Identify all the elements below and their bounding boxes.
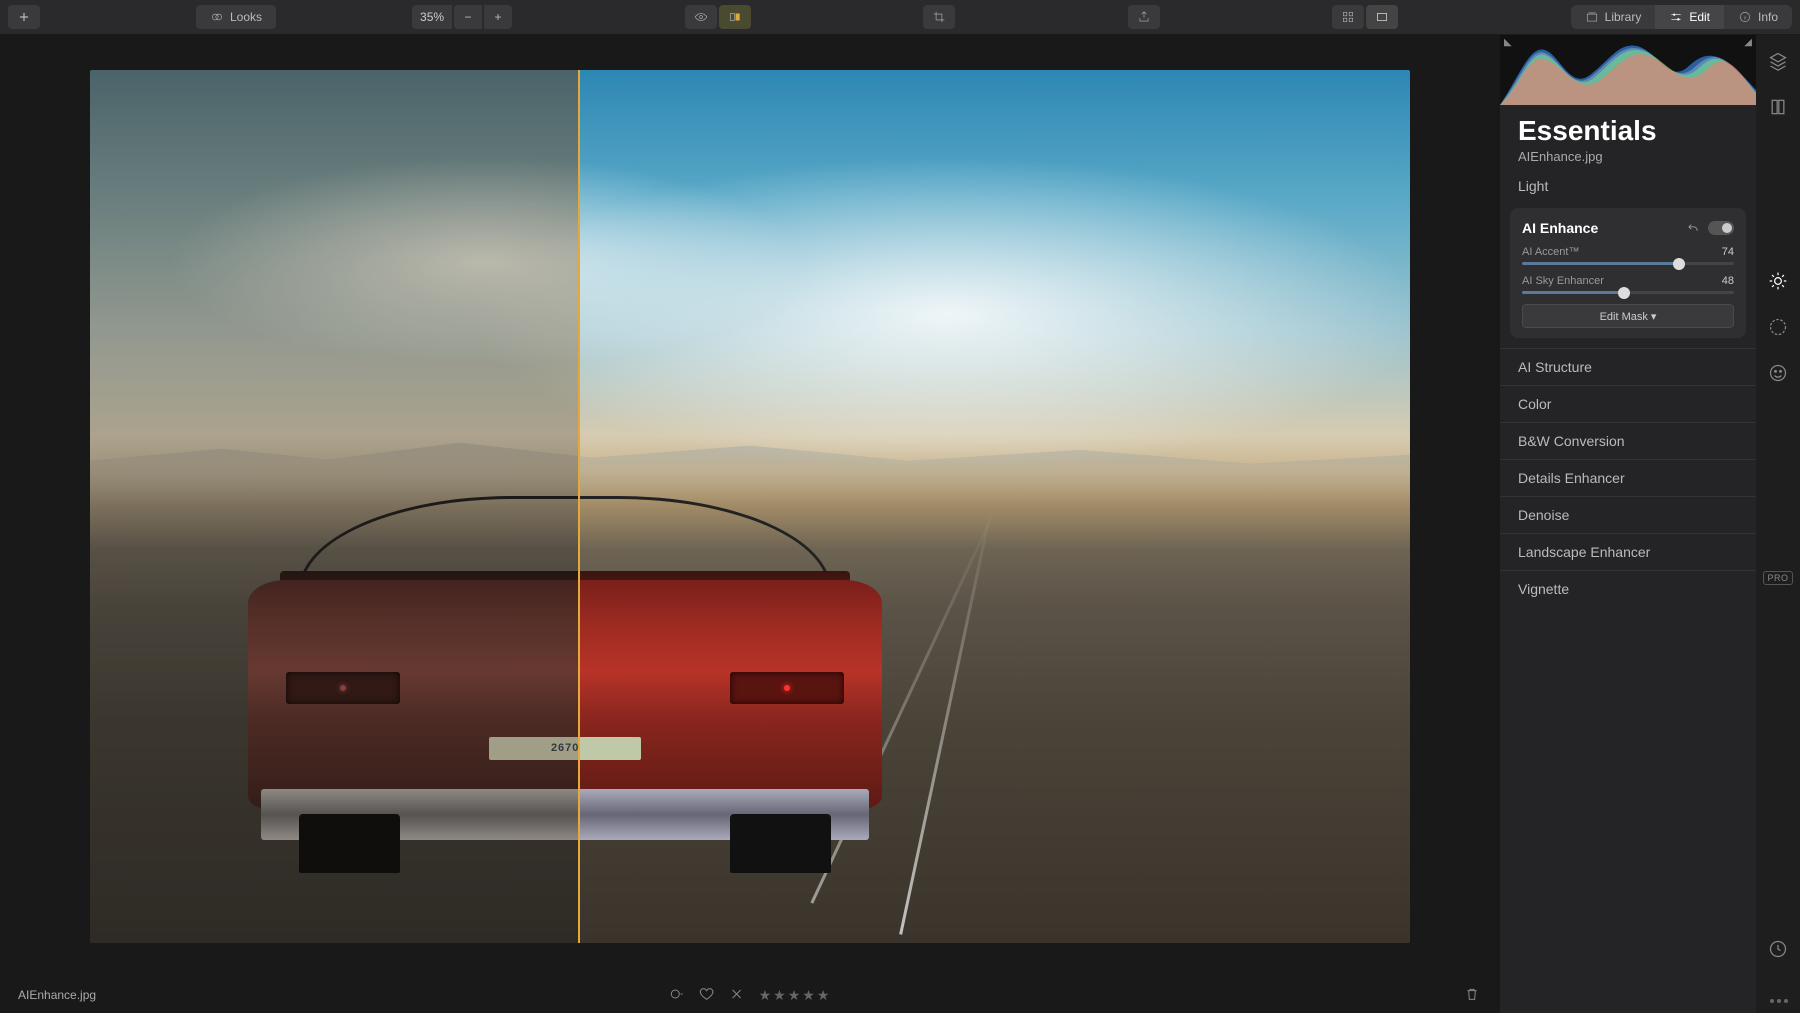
ai-accent-slider[interactable]: AI Accent™ 74	[1522, 246, 1734, 265]
pro-badge[interactable]: PRO	[1763, 571, 1792, 585]
library-icon	[1585, 10, 1599, 24]
trash-icon	[1464, 986, 1480, 1002]
section-color[interactable]: Color	[1500, 385, 1756, 422]
single-icon	[1375, 10, 1389, 24]
rating-stars[interactable]: ★★★★★	[759, 987, 832, 1004]
mode-tabs: Library Edit Info	[1571, 5, 1792, 29]
shadow-clip-indicator[interactable]: ◣	[1504, 37, 1512, 48]
export-button[interactable]	[1128, 5, 1160, 29]
palette-icon	[1768, 317, 1788, 337]
tab-info[interactable]: Info	[1724, 5, 1792, 29]
preview-eye-button[interactable]	[685, 5, 717, 29]
rail-layers[interactable]	[1764, 47, 1792, 75]
image-preview[interactable]: 2670 Before After	[90, 70, 1410, 943]
canvas-icon	[1768, 97, 1788, 117]
tab-edit[interactable]: Edit	[1655, 5, 1724, 29]
rail-history[interactable]	[1764, 935, 1792, 963]
looks-label: Looks	[230, 10, 262, 24]
section-denoise[interactable]: Denoise	[1500, 496, 1756, 533]
ai-enhance-toggle[interactable]	[1708, 221, 1734, 235]
info-icon	[1738, 10, 1752, 24]
section-light[interactable]: Light	[1500, 172, 1756, 204]
eye-icon	[694, 10, 708, 24]
export-icon	[1137, 10, 1151, 24]
compare-icon	[728, 10, 742, 24]
compare-split-handle[interactable]	[578, 70, 580, 943]
circle-icon	[669, 986, 685, 1002]
panel-filename: AIEnhance.jpg	[1500, 149, 1756, 172]
heart-icon	[699, 986, 715, 1002]
reject-button[interactable]	[729, 986, 745, 1005]
compare-view-button[interactable]	[719, 5, 751, 29]
single-view-button[interactable]	[1366, 5, 1398, 29]
section-bw[interactable]: B&W Conversion	[1500, 422, 1756, 459]
zoom-out-button[interactable]: −	[454, 5, 482, 29]
sliders-icon	[1669, 10, 1683, 24]
crop-button[interactable]	[923, 5, 955, 29]
ai-sky-value: 48	[1722, 275, 1734, 287]
section-vignette[interactable]: Vignette	[1500, 570, 1756, 607]
footer-filename: AIEnhance.jpg	[18, 988, 96, 1002]
favorite-button[interactable]	[699, 986, 715, 1005]
highlight-clip-indicator[interactable]: ◢	[1744, 37, 1752, 48]
color-tag-button[interactable]	[669, 986, 685, 1005]
histogram[interactable]: ◣ ◢	[1500, 35, 1756, 105]
tab-library[interactable]: Library	[1571, 5, 1656, 29]
section-ai-structure[interactable]: AI Structure	[1500, 348, 1756, 385]
grid-icon	[1341, 10, 1355, 24]
zoom-level[interactable]: 35%	[412, 5, 452, 29]
add-button[interactable]	[8, 5, 40, 29]
ai-sky-label: AI Sky Enhancer	[1522, 275, 1604, 287]
ai-sky-slider[interactable]: AI Sky Enhancer 48	[1522, 275, 1734, 294]
looks-icon	[210, 10, 224, 24]
section-ai-enhance: AI Enhance AI Accent™ 74 AI Sky Enhancer	[1510, 208, 1746, 338]
grid-view-button[interactable]	[1332, 5, 1364, 29]
looks-button[interactable]: Looks	[196, 5, 276, 29]
panel-title: Essentials	[1500, 105, 1756, 149]
top-toolbar: Looks 35% − + Library	[0, 0, 1800, 35]
footer-bar: AIEnhance.jpg ★★★★★	[0, 977, 1500, 1013]
section-landscape[interactable]: Landscape Enhancer	[1500, 533, 1756, 570]
rail-creative[interactable]	[1764, 313, 1792, 341]
face-icon	[1768, 363, 1788, 383]
tool-rail: PRO	[1756, 35, 1800, 1013]
delete-button[interactable]	[1464, 986, 1480, 1005]
layers-icon	[1768, 51, 1788, 71]
zoom-in-button[interactable]: +	[484, 5, 512, 29]
rail-canvas[interactable]	[1764, 93, 1792, 121]
crop-icon	[932, 10, 946, 24]
ai-accent-label: AI Accent™	[1522, 246, 1579, 258]
rail-portrait[interactable]	[1764, 359, 1792, 387]
undo-icon[interactable]	[1686, 221, 1700, 235]
section-details[interactable]: Details Enhancer	[1500, 459, 1756, 496]
clock-icon	[1768, 939, 1788, 959]
edit-mask-button[interactable]: Edit Mask ▾	[1522, 304, 1734, 328]
ai-accent-value: 74	[1722, 246, 1734, 258]
sun-icon	[1768, 271, 1788, 291]
ai-enhance-title: AI Enhance	[1522, 220, 1598, 236]
x-icon	[729, 986, 745, 1002]
canvas-area: 2670 Before After AIEnhance.jpg	[0, 35, 1500, 1013]
rail-essentials[interactable]	[1764, 267, 1792, 295]
more-button[interactable]	[1770, 999, 1788, 1003]
edit-sidebar: ◣ ◢ Essentials AIEnhance.jpg Light AI En…	[1500, 35, 1756, 1013]
zoom-controls: 35% − +	[412, 5, 512, 29]
